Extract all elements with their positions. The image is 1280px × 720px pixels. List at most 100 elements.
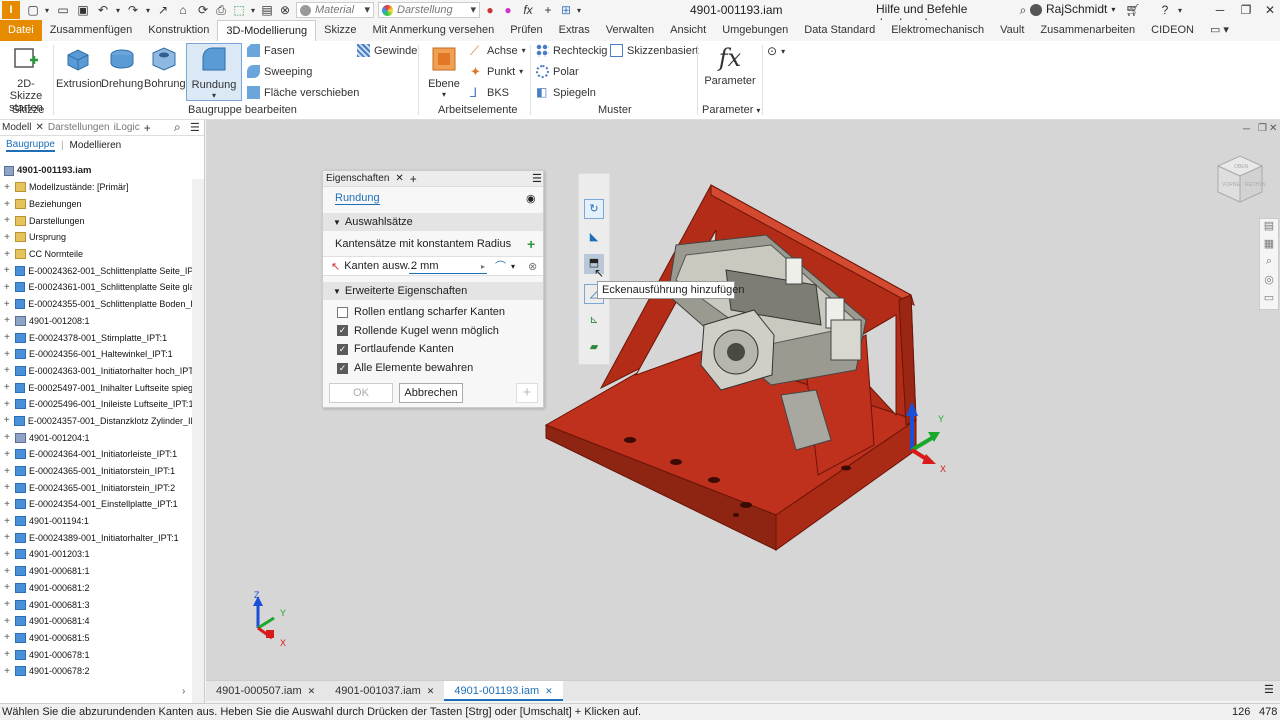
tree-item[interactable]: +4901-001203:1 <box>0 546 192 563</box>
expand-icon[interactable]: + <box>2 199 12 210</box>
help-icon[interactable]: ? <box>1156 1 1174 19</box>
look-at-icon[interactable]: ▭ <box>1260 291 1278 309</box>
close-icon[interactable]: ✕ <box>1260 1 1280 19</box>
tree-item[interactable]: + E-00024357-001_Distanzklotz Zylinder_IP… <box>0 413 192 430</box>
expand-icon[interactable]: + <box>2 499 12 510</box>
clear-appearance-icon[interactable]: ● <box>500 1 516 19</box>
tree-item[interactable]: + E-00024365-001_Initiatorstein_IPT:1 <box>0 463 192 480</box>
user-account[interactable]: RajSchmidt ▾ <box>1030 2 1115 17</box>
tree-item[interactable]: + Modellzustände: [Primär] <box>0 179 192 196</box>
tree-item[interactable]: +4901-001208:1 <box>0 313 192 330</box>
add-tab-icon[interactable]: + <box>144 121 151 135</box>
select-dropdown-icon[interactable]: ▾ <box>248 1 258 19</box>
feature-name[interactable]: Rundung <box>335 192 380 205</box>
tree-item[interactable]: +4901-000681:3 <box>0 596 192 613</box>
option-row[interactable]: ✓ Alle Elemente bewahren <box>323 359 543 377</box>
tree-item[interactable]: + E-00025496-001_Inileiste Luftseite_IPT:… <box>0 396 192 413</box>
tab-ansicht[interactable]: Ansicht <box>662 20 714 41</box>
polar-pattern-button[interactable]: Polar <box>536 65 579 78</box>
close-view-icon[interactable]: ✕ <box>1269 123 1277 134</box>
subtab-modeling[interactable]: Modellieren <box>70 140 122 151</box>
tab-extras[interactable]: Extras <box>551 20 598 41</box>
update-icon[interactable]: ⟳ <box>194 1 212 19</box>
tree-item[interactable]: +4901-000678:1 <box>0 646 192 663</box>
select-mode-icon[interactable]: ⬚ <box>230 1 248 19</box>
option-checkbox[interactable]: ✓ <box>337 325 348 337</box>
apply-add-button[interactable]: + <box>516 383 538 403</box>
ok-button[interactable]: OK <box>329 383 393 403</box>
expand-icon[interactable]: + <box>2 599 12 610</box>
tab-konstruktion[interactable]: Konstruktion <box>140 20 217 41</box>
ucs-button[interactable]: ⅃ BKS <box>470 86 509 99</box>
save-icon[interactable]: ▣ <box>74 1 92 19</box>
expand-icon[interactable]: + <box>2 382 12 393</box>
section-advanced[interactable]: ▼ Erweiterte Eigenschaften <box>323 282 543 300</box>
expand-icon[interactable]: + <box>2 182 12 193</box>
sketch-based-pattern-button[interactable]: Skizzenbasiert <box>610 44 699 57</box>
document-tab[interactable]: 4901-001193.iam ✕ <box>444 681 563 701</box>
tree-item[interactable]: + CC Normteile <box>0 246 192 263</box>
panel-tab-properties[interactable]: Eigenschaften <box>326 173 389 184</box>
revolve-button[interactable]: Drehung <box>101 43 143 90</box>
rectangular-pattern-button[interactable]: Rechteckig <box>536 44 607 57</box>
tree-item[interactable]: +4901-000681:1 <box>0 563 192 580</box>
tab-zusammenarbeiten[interactable]: Zusammenarbeiten <box>1032 20 1143 41</box>
tab-verwalten[interactable]: Verwalten <box>598 20 662 41</box>
app-logo-icon[interactable]: I <box>2 1 20 19</box>
expand-icon[interactable]: + <box>2 365 12 376</box>
option-row[interactable]: ✓ Rollende Kugel wenn möglich <box>323 322 543 340</box>
variable-fillet-icon[interactable]: ◣ <box>584 228 604 248</box>
orbit-icon[interactable]: ◎ <box>1260 273 1278 291</box>
tree-root[interactable]: 4901-001193.iam <box>4 165 91 176</box>
expand-icon[interactable]: + <box>2 299 12 310</box>
cancel-button[interactable]: Abbrechen <box>399 383 463 403</box>
expand-icon[interactable]: + <box>2 482 12 493</box>
full-round-icon[interactable]: ⊾ <box>584 311 604 331</box>
tree-item[interactable]: + E-00025497-001_Inihalter Luftseite spie… <box>0 379 192 396</box>
zoom-icon[interactable]: ⌕ <box>1260 255 1278 273</box>
document-tab[interactable]: 4901-000507.iam ✕ <box>206 681 325 701</box>
option-checkbox[interactable]: ✓ <box>337 343 348 355</box>
help-dropdown-icon[interactable]: ▾ <box>1175 1 1185 19</box>
group-label-parameter[interactable]: Parameter ▾ <box>702 104 760 116</box>
close-icon[interactable]: ✕ <box>395 173 403 184</box>
edge-fillet-icon[interactable]: ↻ <box>584 199 604 219</box>
expand-icon[interactable]: + <box>2 232 12 243</box>
expand-icon[interactable]: + <box>2 432 12 443</box>
tree-item[interactable]: + E-00024389-001_Initiatorhalter_IPT:1 <box>0 529 192 546</box>
expand-icon[interactable]: + <box>2 249 12 260</box>
tab-prüfen[interactable]: Prüfen <box>502 20 550 41</box>
menu-icon[interactable]: ☰ <box>532 172 542 185</box>
material-combo[interactable]: Material ▾ <box>296 2 374 18</box>
tree-item[interactable]: + E-00024356-001_Haltewinkel_IPT:1 <box>0 346 192 363</box>
new-file-icon[interactable]: ▢ <box>24 1 42 19</box>
add-tab-icon[interactable]: + <box>410 172 417 186</box>
expand-icon[interactable]: + <box>2 315 12 326</box>
browser-scrollbar[interactable] <box>192 179 204 719</box>
viewcube[interactable]: OBEN VORNE RECHTS <box>1212 152 1268 208</box>
tree-item[interactable]: + Ursprung <box>0 229 192 246</box>
tab-datei[interactable]: Datei <box>0 20 42 41</box>
expand-icon[interactable]: + <box>2 666 12 677</box>
adjust-appearance-icon[interactable]: ● <box>482 1 498 19</box>
cart-icon[interactable]: 🛒︎ <box>1124 1 1142 19</box>
parameters-button[interactable]: fx Parameter <box>702 43 758 87</box>
expand-icon[interactable]: + <box>2 332 12 343</box>
tree-item[interactable]: + Darstellungen <box>0 212 192 229</box>
search-icon[interactable]: ⌕ <box>174 120 181 135</box>
expand-icon[interactable]: + <box>2 349 12 360</box>
chevron-down-icon[interactable]: ▾ <box>511 262 515 271</box>
open-folder-icon[interactable]: ▭ <box>54 1 72 19</box>
tab-ilogic[interactable]: iLogic <box>114 122 140 133</box>
add-edge-set-icon[interactable]: + <box>527 236 535 252</box>
tab-data-standard[interactable]: Data Standard <box>796 20 883 41</box>
print-icon[interactable]: ⎙ <box>212 1 230 19</box>
help-search[interactable]: Hilfe und Befehle durchsuchen... <box>876 2 1024 30</box>
option-row[interactable]: ✓ Fortlaufende Kanten <box>323 340 543 358</box>
move-face-button[interactable]: Fläche verschieben <box>247 86 359 99</box>
radius-input[interactable]: 2 mm <box>409 258 487 274</box>
tab-views[interactable]: Darstellungen <box>48 122 110 133</box>
redo-dropdown-icon[interactable]: ▾ <box>143 1 153 19</box>
tree-item[interactable]: + E-00024355-001_Schlittenplatte Boden_IP <box>0 296 192 313</box>
redo-icon[interactable]: ↷ <box>124 1 142 19</box>
